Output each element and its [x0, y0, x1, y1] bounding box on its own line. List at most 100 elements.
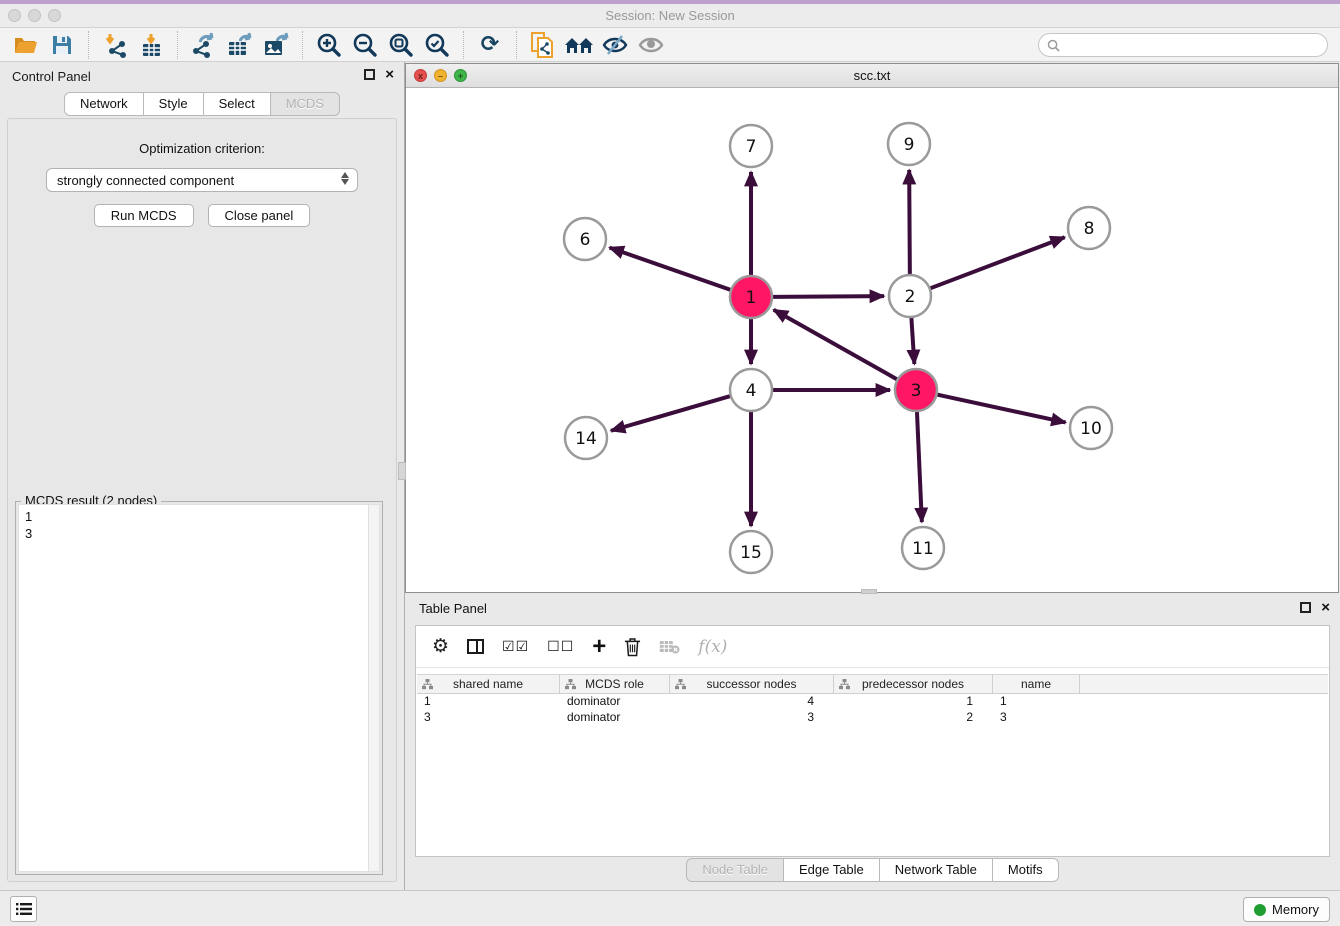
- tab-node-table[interactable]: Node Table: [686, 858, 784, 882]
- cell-predecessor-nodes[interactable]: 2: [834, 710, 993, 726]
- status-bar: Memory: [0, 890, 1340, 926]
- zoom-fit-button[interactable]: [383, 30, 419, 60]
- tab-network[interactable]: Network: [64, 92, 144, 116]
- float-panel-icon[interactable]: [364, 69, 375, 80]
- result-scrollbar[interactable]: [368, 505, 379, 871]
- export-image-button[interactable]: [258, 30, 294, 60]
- graph-node-label: 9: [904, 135, 915, 155]
- memory-status-dot: [1254, 904, 1266, 916]
- graph-edge-1-6[interactable]: [610, 248, 731, 290]
- graph-node-label: 8: [1084, 219, 1095, 239]
- attribute-icon: [422, 679, 433, 690]
- add-row-icon[interactable]: +: [592, 635, 606, 659]
- first-neighbors-button[interactable]: [561, 30, 597, 60]
- close-panel-icon[interactable]: ×: [385, 69, 394, 80]
- column-header-successor-nodes[interactable]: successor nodes: [670, 675, 834, 693]
- graph-edge-2-8[interactable]: [931, 237, 1065, 288]
- search-box[interactable]: [1038, 33, 1328, 57]
- criterion-dropdown[interactable]: strongly connected component: [46, 168, 358, 192]
- cell-successor-nodes[interactable]: 3: [670, 710, 834, 726]
- task-history-button[interactable]: [10, 896, 37, 922]
- toolbar-separator: [88, 31, 89, 59]
- zoom-out-button[interactable]: [347, 30, 383, 60]
- gear-icon[interactable]: ⚙: [432, 637, 449, 656]
- criterion-value: strongly connected component: [57, 173, 234, 188]
- table-panel-title: Table Panel: [419, 601, 487, 616]
- table-row[interactable]: 1 dominator 4 1 1: [417, 694, 1328, 710]
- close-panel-icon[interactable]: ×: [1321, 602, 1330, 613]
- network-canvas[interactable]: 7968124314101511: [406, 88, 1338, 592]
- cell-shared-name[interactable]: 1: [417, 694, 560, 710]
- cell-mcds-role[interactable]: dominator: [560, 710, 670, 726]
- tab-network-table[interactable]: Network Table: [880, 858, 993, 882]
- import-network-icon: [102, 32, 128, 58]
- graph-edge-1-2[interactable]: [773, 296, 884, 297]
- node-table: shared name MCDS role successor nodes pr…: [417, 674, 1328, 726]
- tab-select[interactable]: Select: [204, 92, 271, 116]
- export-table-button[interactable]: [222, 30, 258, 60]
- cell-mcds-role[interactable]: dominator: [560, 694, 670, 710]
- run-mcds-button[interactable]: Run MCDS: [94, 204, 194, 227]
- graph-edge-3-10[interactable]: [937, 395, 1065, 423]
- mcds-result-list[interactable]: 1 3: [18, 504, 380, 872]
- graph-edge-2-9[interactable]: [909, 170, 910, 274]
- hide-selected-button[interactable]: [597, 30, 633, 60]
- network-window-titlebar[interactable]: x – + scc.txt: [406, 64, 1338, 88]
- column-header-shared-name[interactable]: shared name: [417, 675, 560, 693]
- trash-icon[interactable]: [624, 637, 641, 657]
- import-network-button[interactable]: [97, 30, 133, 60]
- close-panel-button[interactable]: Close panel: [208, 204, 311, 227]
- graph-edge-4-14[interactable]: [611, 396, 730, 431]
- control-panel-title: Control Panel: [12, 69, 91, 84]
- zoom-in-button[interactable]: [311, 30, 347, 60]
- column-header-predecessor-nodes[interactable]: predecessor nodes: [834, 675, 993, 693]
- graph-edge-3-11[interactable]: [917, 412, 922, 522]
- graph-edge-3-1[interactable]: [774, 310, 897, 379]
- column-header-mcds-role[interactable]: MCDS role: [560, 675, 670, 693]
- app-titlebar: Session: New Session: [0, 4, 1340, 28]
- apply-layout-button[interactable]: ⟳: [472, 30, 508, 60]
- control-panel-tabs: Network Style Select MCDS: [0, 92, 404, 116]
- graph-node-label: 10: [1080, 419, 1102, 439]
- column-header-name[interactable]: name: [993, 675, 1080, 693]
- cell-successor-nodes[interactable]: 4: [670, 694, 834, 710]
- graph-edge-2-3[interactable]: [911, 318, 914, 364]
- graph-node-label: 11: [912, 539, 934, 559]
- cell-shared-name[interactable]: 3: [417, 710, 560, 726]
- cell-name[interactable]: 3: [993, 710, 1080, 726]
- frame-maximize-icon[interactable]: +: [454, 69, 467, 82]
- cell-predecessor-nodes[interactable]: 1: [834, 694, 993, 710]
- select-all-columns-icon[interactable]: ☑☑: [502, 639, 529, 655]
- zoom-in-icon: [316, 32, 342, 58]
- memory-button[interactable]: Memory: [1243, 897, 1330, 922]
- houses-icon: [563, 33, 595, 57]
- frame-close-icon[interactable]: x: [414, 69, 427, 82]
- toolbar-separator: [177, 31, 178, 59]
- main-toolbar: ⟳: [0, 28, 1340, 62]
- tab-mcds[interactable]: MCDS: [271, 92, 340, 116]
- frame-minimize-icon[interactable]: –: [434, 69, 447, 82]
- network-graph[interactable]: 7968124314101511: [406, 88, 1338, 592]
- import-table-button[interactable]: [133, 30, 169, 60]
- apply-function-icon: f(x): [698, 637, 727, 657]
- save-session-button[interactable]: [44, 30, 80, 60]
- cell-name[interactable]: 1: [993, 694, 1080, 710]
- search-input[interactable]: [1065, 38, 1319, 52]
- tab-motifs[interactable]: Motifs: [993, 858, 1059, 882]
- unselect-all-columns-icon[interactable]: ☐☐: [547, 639, 574, 655]
- float-panel-icon[interactable]: [1300, 602, 1311, 613]
- show-all-button[interactable]: [633, 30, 669, 60]
- zoom-selected-button[interactable]: [419, 30, 455, 60]
- graph-node-label: 3: [911, 381, 922, 401]
- panel-divider-handle[interactable]: [398, 462, 406, 480]
- open-file-button[interactable]: [8, 30, 44, 60]
- table-tabs: Node Table Edge Table Network Table Moti…: [405, 858, 1340, 882]
- clone-network-button[interactable]: [525, 30, 561, 60]
- graph-node-label: 2: [905, 287, 916, 307]
- window-resize-grip[interactable]: [861, 589, 877, 594]
- table-row[interactable]: 3 dominator 3 2 3: [417, 710, 1328, 726]
- tab-style[interactable]: Style: [144, 92, 204, 116]
- export-network-button[interactable]: [186, 30, 222, 60]
- split-columns-icon[interactable]: [467, 639, 484, 654]
- tab-edge-table[interactable]: Edge Table: [784, 858, 880, 882]
